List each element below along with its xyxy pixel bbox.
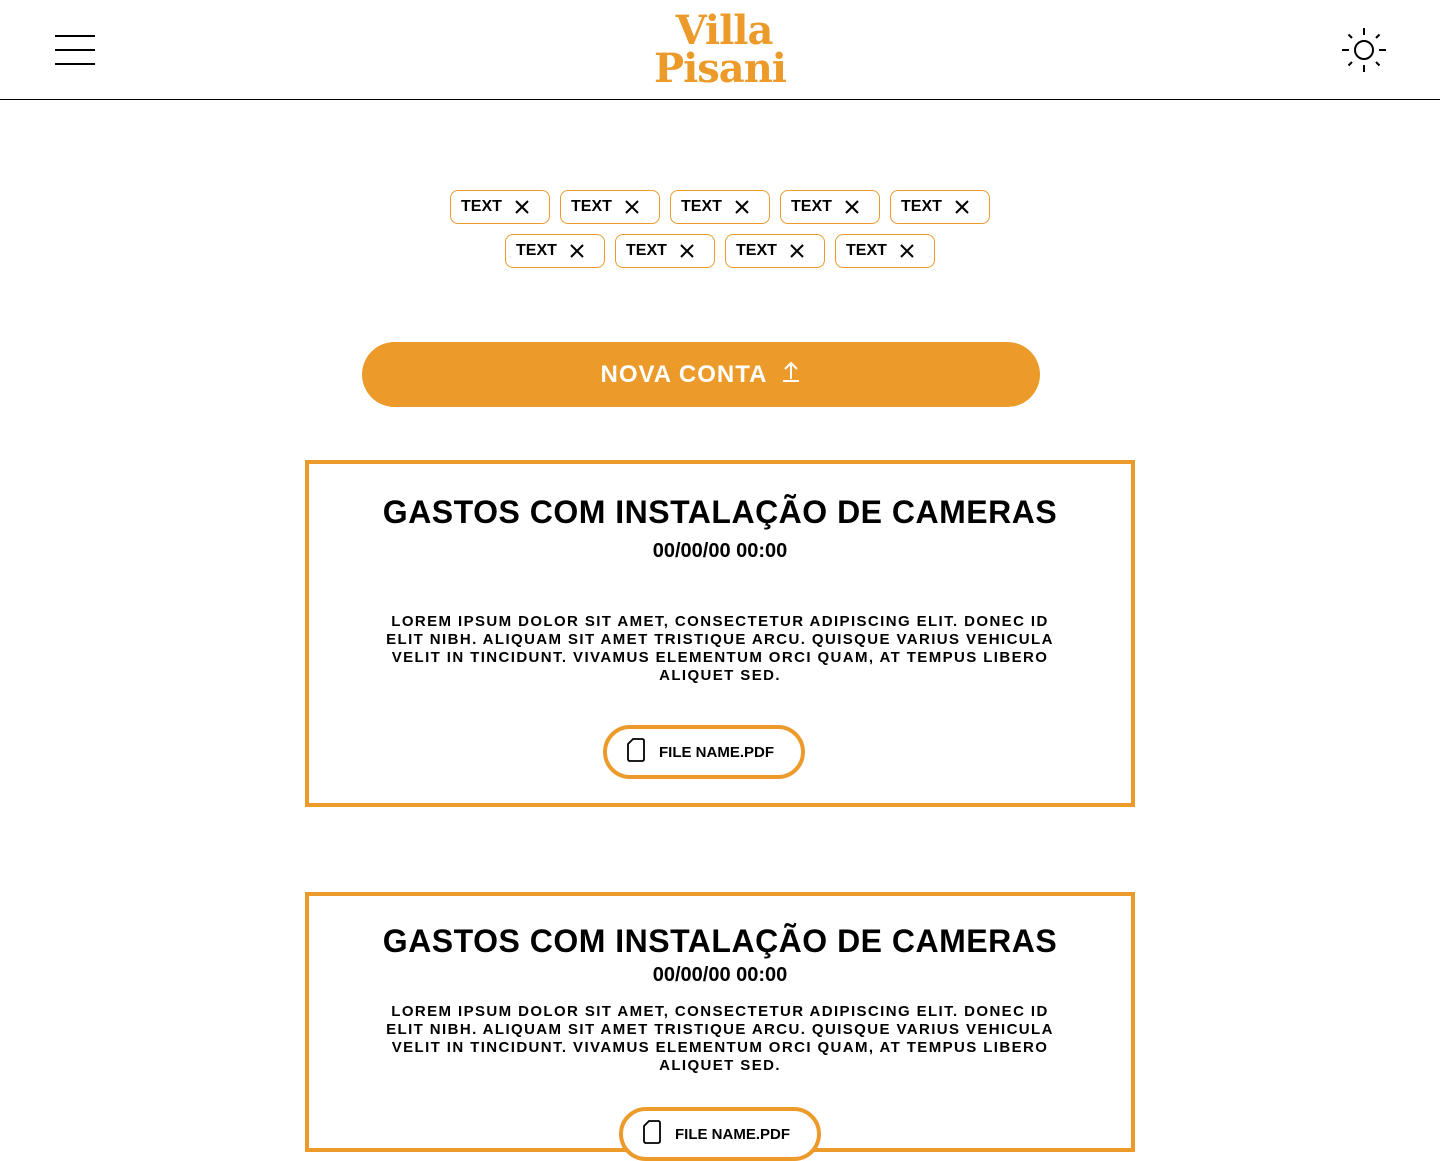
filter-tag[interactable]: TEXT: [505, 234, 605, 268]
filter-tag[interactable]: TEXT: [615, 234, 715, 268]
card-description: LOREM IPSUM DOLOR SIT AMET, CONSECTETUR …: [386, 613, 1054, 684]
close-icon[interactable]: [568, 242, 586, 260]
filter-tag[interactable]: TEXT: [890, 190, 990, 224]
sun-icon[interactable]: [1340, 26, 1388, 74]
tag-row-1: TEXT TEXT TEXT TEXT TEXT: [0, 190, 1440, 224]
site-header: Villa Pisani: [0, 0, 1440, 100]
file-name: FILE NAME.PDF: [659, 743, 774, 761]
card-title: GASTOS COM INSTALAÇÃO DE CAMERAS: [382, 494, 1058, 530]
close-icon[interactable]: [788, 242, 806, 260]
file-attachment-button[interactable]: FILE NAME.PDF: [619, 1107, 821, 1161]
file-icon: [643, 1120, 661, 1148]
filter-tags: TEXT TEXT TEXT TEXT TEXT TEXT TEXT TEXT TEXT: [0, 190, 1440, 278]
file-name: FILE NAME.PDF: [675, 1125, 790, 1143]
logo-line-2: Pisani: [654, 45, 787, 92]
card-title: GASTOS COM INSTALAÇÃO DE CAMERAS: [382, 923, 1058, 959]
tag-label: TEXT: [736, 242, 777, 259]
tag-label: TEXT: [516, 242, 557, 259]
tag-label: TEXT: [791, 198, 832, 215]
close-icon[interactable]: [953, 198, 971, 216]
nova-conta-button[interactable]: NOVA CONTA: [362, 342, 1040, 407]
close-icon[interactable]: [843, 198, 861, 216]
tag-label: TEXT: [461, 198, 502, 215]
upload-arrow-icon: [781, 359, 801, 390]
card-description: LOREM IPSUM DOLOR SIT AMET, CONSECTETUR …: [386, 1003, 1054, 1074]
file-icon: [627, 738, 645, 766]
villa-pisani-logo[interactable]: Villa Pisani: [636, 8, 804, 92]
filter-tag[interactable]: TEXT: [780, 190, 880, 224]
close-icon[interactable]: [623, 198, 641, 216]
hamburger-menu-icon[interactable]: [55, 35, 95, 65]
expense-card: GASTOS COM INSTALAÇÃO DE CAMERAS 00/00/0…: [305, 892, 1135, 1161]
filter-tag[interactable]: TEXT: [450, 190, 550, 224]
filter-tag[interactable]: TEXT: [835, 234, 935, 268]
expense-card: GASTOS COM INSTALAÇÃO DE CAMERAS 00/00/0…: [305, 460, 1135, 807]
close-icon[interactable]: [513, 198, 531, 216]
tag-row-2: TEXT TEXT TEXT TEXT: [0, 234, 1440, 268]
card-date: 00/00/00 00:00: [652, 964, 788, 986]
close-icon[interactable]: [898, 242, 916, 260]
filter-tag[interactable]: TEXT: [725, 234, 825, 268]
tag-label: TEXT: [846, 242, 887, 259]
nova-conta-label: NOVA CONTA: [600, 360, 768, 388]
file-attachment-button[interactable]: FILE NAME.PDF: [603, 725, 805, 779]
tag-label: TEXT: [571, 198, 612, 215]
tag-label: TEXT: [901, 198, 942, 215]
close-icon[interactable]: [678, 242, 696, 260]
card-date: 00/00/00 00:00: [652, 540, 788, 562]
filter-tag[interactable]: TEXT: [670, 190, 770, 224]
tag-label: TEXT: [681, 198, 722, 215]
filter-tag[interactable]: TEXT: [560, 190, 660, 224]
close-icon[interactable]: [733, 198, 751, 216]
tag-label: TEXT: [626, 242, 667, 259]
